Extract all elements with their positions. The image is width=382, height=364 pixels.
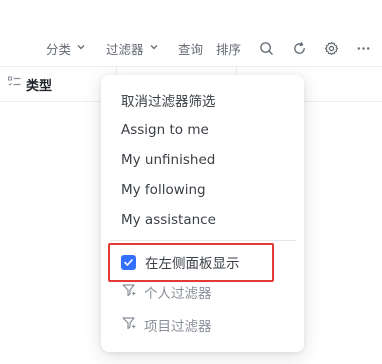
project-filters-section[interactable]: 项目过滤器 <box>121 314 294 336</box>
menu-item-label: Assign to me <box>121 122 209 138</box>
menu-item-my-assistance[interactable]: My assistance <box>121 209 294 231</box>
toolbar: 分类 过滤器 查询 排序 <box>0 36 382 60</box>
menu-item-clear-filter[interactable]: 取消过滤器筛选 <box>121 89 294 111</box>
menu-item-assign-to-me[interactable]: Assign to me <box>121 119 294 141</box>
query-button[interactable]: 查询 <box>178 36 203 60</box>
filter-menu: 取消过滤器筛选 Assign to me My unfinished My fo… <box>101 75 304 352</box>
refresh-icon[interactable] <box>290 39 308 57</box>
personal-filters-label: 个人过滤器 <box>144 286 212 302</box>
menu-item-my-unfinished[interactable]: My unfinished <box>121 149 294 171</box>
group-label: 分类 <box>46 41 72 57</box>
personal-filters-section[interactable]: 个人过滤器 <box>121 281 294 303</box>
menu-item-label: My following <box>121 182 206 198</box>
query-label: 查询 <box>178 41 204 57</box>
chevron-down-icon <box>76 42 86 55</box>
chevron-down-icon <box>149 42 159 55</box>
menu-item-label: My unfinished <box>121 152 216 168</box>
search-icon[interactable] <box>257 39 275 57</box>
menu-item-my-following[interactable]: My following <box>121 179 294 201</box>
project-filters-label: 项目过滤器 <box>144 319 212 335</box>
highlight-annotation <box>108 243 274 282</box>
group-dropdown[interactable]: 分类 <box>46 36 86 60</box>
menu-item-label: My assistance <box>121 212 216 228</box>
page: 分类 过滤器 查询 排序 类型 取消过滤器筛选 Assign to me My … <box>0 0 382 364</box>
sort-button[interactable]: 排序 <box>216 36 241 60</box>
menu-divider <box>111 240 296 241</box>
filter-icon <box>121 315 137 335</box>
type-column-label: 类型 <box>26 78 53 94</box>
filter-label: 过滤器 <box>106 41 144 57</box>
filter-dropdown[interactable]: 过滤器 <box>106 36 159 60</box>
filter-icon <box>121 282 137 302</box>
list-icon <box>8 76 21 92</box>
sort-label: 排序 <box>216 41 242 57</box>
more-icon[interactable] <box>354 39 372 57</box>
menu-item-label: 取消过滤器筛选 <box>121 94 216 110</box>
type-column-header[interactable]: 类型 <box>8 66 52 102</box>
gear-icon[interactable] <box>322 39 340 57</box>
